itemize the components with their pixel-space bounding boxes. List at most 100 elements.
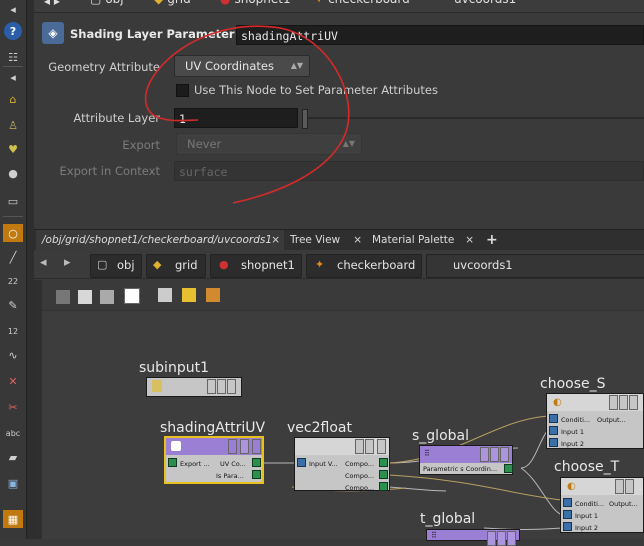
subinput-icon [152, 380, 162, 392]
output-port[interactable] [379, 470, 388, 479]
breadcrumb-item-grid[interactable]: ◆ grid [146, 254, 206, 278]
tab-label: Material Palette [372, 234, 455, 246]
path-icon[interactable]: ∿ [3, 346, 23, 364]
breadcrumb-label: obj [117, 258, 135, 272]
input-port[interactable] [563, 510, 572, 519]
tool-icon[interactable]: ✂ [3, 398, 23, 416]
port-label: Compo... [345, 460, 375, 468]
obj-network-icon: ▢ [97, 258, 108, 271]
brush-icon[interactable]: ✎ [3, 296, 23, 314]
close-icon[interactable]: × [353, 230, 362, 250]
tab-network-path[interactable]: /obj/grid/shopnet1/checkerboard/uvcoords… [36, 230, 284, 250]
global-icon: ⠿ [424, 449, 430, 458]
port-label: Export ... [180, 460, 210, 468]
node-flag[interactable] [252, 439, 261, 454]
output-port[interactable] [379, 458, 388, 467]
image-icon[interactable]: ▣ [3, 474, 23, 492]
breadcrumb-item-checkerboard[interactable]: ✦ checkerboard [306, 254, 422, 278]
node-vec2float[interactable]: Input V... Compo... Compo... Compo... [294, 437, 390, 492]
sphere-icon[interactable]: ● [3, 164, 23, 182]
panel-divider[interactable] [27, 0, 34, 539]
port-label: Input 2 [575, 524, 599, 532]
node-subinput1[interactable] [146, 377, 242, 397]
node-flag[interactable] [609, 395, 618, 410]
port-label: Is Para... [216, 472, 244, 480]
node-t-global[interactable]: ⠿ [426, 529, 520, 546]
node-shadingattriuv[interactable]: Export ... UV Co... Is Para... [164, 436, 264, 484]
grid-view-icon[interactable]: ▦ [3, 510, 23, 528]
breadcrumb-item-obj[interactable]: ▢ obj [90, 0, 124, 6]
lock-icon[interactable]: ⌂ [3, 90, 23, 108]
node-flag[interactable] [625, 479, 634, 494]
render-icon[interactable]: ▰ [3, 448, 23, 466]
breadcrumb-item-uvcoords[interactable]: uvcoords1 [454, 0, 516, 6]
output-port[interactable] [504, 464, 513, 473]
node-flag[interactable] [615, 479, 624, 494]
node-flag[interactable] [355, 439, 364, 454]
back-icon[interactable]: ◂ ▸ [44, 0, 60, 8]
breadcrumb-label: shopnet1 [241, 258, 295, 272]
output-port[interactable] [252, 458, 261, 467]
grid-snap-icon[interactable]: 12 [3, 322, 23, 340]
node-flag[interactable] [629, 395, 638, 410]
top-breadcrumb: ◂ ▸ ▢ obj ◆ grid ● shopnet1 ✦ checkerboa… [34, 0, 644, 13]
node-flag[interactable] [240, 439, 249, 454]
close-icon[interactable]: × [465, 230, 474, 250]
display-icon[interactable]: ♥ [3, 140, 23, 158]
node-flag[interactable] [365, 439, 374, 454]
breadcrumb-item-checkerboard[interactable]: ✦ checkerboard [314, 0, 410, 6]
layer-node-icon [171, 441, 181, 451]
shop-network-icon: ● [219, 258, 229, 271]
breadcrumb-item-grid[interactable]: ◆ grid [154, 0, 191, 6]
node-flag[interactable] [480, 447, 489, 462]
input-port[interactable] [549, 426, 558, 435]
node-choose-t[interactable]: ◐ Conditi... Output... Input 1 Input 2 [560, 477, 644, 533]
node-flag[interactable] [228, 439, 237, 454]
arrow-back-icon[interactable]: ◂ [3, 0, 23, 18]
node-flag[interactable] [207, 379, 216, 394]
node-s-global[interactable]: ⠿ Parametric s Coordin... [419, 445, 513, 475]
camera-icon[interactable]: ▭ [3, 192, 23, 210]
forward-arrow-icon[interactable]: ▸ [64, 255, 71, 270]
input-port[interactable] [549, 414, 558, 423]
breadcrumb-item-shopnet[interactable]: ● shopnet1 [210, 254, 302, 278]
node-flag[interactable] [500, 447, 509, 462]
close-icon[interactable]: × [271, 230, 280, 250]
node-flag[interactable] [619, 395, 628, 410]
input-port[interactable] [168, 458, 177, 467]
light-icon[interactable]: ♙ [3, 116, 23, 134]
input-port[interactable] [549, 438, 558, 447]
view-icon[interactable]: ◂ [3, 68, 23, 86]
text-icon[interactable]: abc [3, 424, 23, 442]
tab-material-palette[interactable]: Material Palette × [366, 230, 478, 250]
node-label-t-global: t_global [420, 511, 476, 527]
add-tab-button[interactable]: + [480, 230, 500, 250]
network-nav-bar: ◂ ▸ ▢ obj ◆ grid ● shopnet1 ✦ checkerboa… [34, 252, 644, 279]
node-flag[interactable] [217, 379, 226, 394]
back-arrow-icon[interactable]: ◂ [40, 255, 47, 270]
node-flag[interactable] [227, 379, 236, 394]
tab-label: Tree View [290, 234, 341, 246]
shelf-icon[interactable]: ☷ [3, 48, 23, 66]
breadcrumb-item-shopnet[interactable]: ● shopnet1 [220, 0, 291, 6]
input-port[interactable] [563, 522, 572, 531]
help-icon[interactable]: ? [4, 22, 22, 40]
breadcrumb-item-obj[interactable]: ▢ obj [90, 254, 142, 278]
input-port[interactable] [563, 498, 572, 507]
tab-tree-view[interactable]: Tree View × [284, 230, 366, 250]
node-choose-s[interactable]: ◐ Conditi... Output... Input 1 Input 2 [546, 393, 644, 449]
breadcrumb-item-uvcoords[interactable]: uvcoords1 [426, 254, 644, 278]
pin-icon[interactable]: ○ [3, 224, 23, 242]
port-label: Output... [609, 500, 638, 508]
pen-icon[interactable]: ╱ [3, 248, 23, 266]
snap-icon[interactable]: 22 [3, 272, 23, 290]
cross-icon[interactable]: ✕ [3, 372, 23, 390]
input-port[interactable] [297, 458, 306, 467]
node-flag[interactable] [377, 439, 386, 454]
network-editor[interactable]: subinput1 shadingAttriUV Export ... UV C… [34, 280, 644, 546]
port-label: Compo... [345, 484, 375, 492]
port-label: Conditi... [575, 500, 605, 508]
output-port[interactable] [379, 482, 388, 491]
output-port[interactable] [252, 470, 261, 479]
node-flag[interactable] [490, 447, 499, 462]
